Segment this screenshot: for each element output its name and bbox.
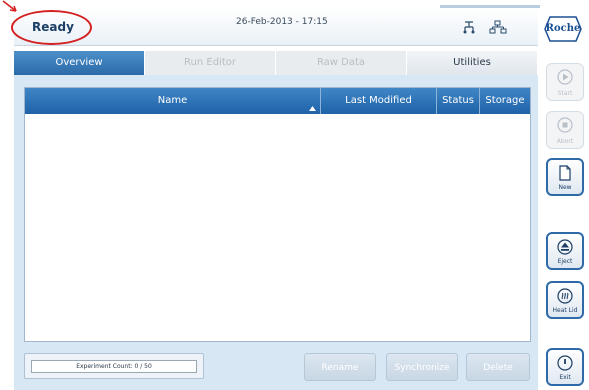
instrument-status: Ready [32, 20, 74, 34]
abort-button[interactable]: Abort [546, 111, 584, 149]
column-header-name[interactable]: Name [25, 88, 321, 114]
status-bar: Ready 26-Feb-2013 - 17:15 [2, 0, 540, 46]
tab-overview[interactable]: Overview [14, 51, 145, 75]
column-header-last-modified[interactable]: Last Modified [321, 88, 437, 114]
tab-utilities[interactable]: Utilities [407, 51, 538, 75]
start-button[interactable]: Start [546, 63, 584, 101]
experiment-count: Experiment Count: 0 / 50 [31, 360, 197, 373]
abort-label: Abort [556, 138, 574, 145]
heat-icon [557, 288, 573, 304]
experiment-count-box: Experiment Count: 0 / 50 [24, 353, 204, 379]
play-icon [557, 69, 573, 85]
date-time: 26-Feb-2013 - 17:15 [236, 17, 328, 27]
start-label: Start [557, 90, 573, 97]
new-label: New [558, 184, 572, 191]
exit-button[interactable]: Exit [546, 348, 584, 386]
tab-run-editor[interactable]: Run Editor [145, 51, 276, 75]
status-bar-accent [440, 5, 540, 8]
tab-raw-data[interactable]: Raw Data [276, 51, 407, 75]
column-header-storage[interactable]: Storage [480, 88, 530, 114]
eject-button[interactable]: Eject [546, 232, 584, 270]
experiment-table[interactable]: Name Last Modified Status Storage [24, 87, 531, 342]
table-header: Name Last Modified Status Storage [25, 88, 530, 114]
stop-icon [557, 117, 573, 133]
heat-lid-button[interactable]: Heat Lid [546, 281, 584, 319]
network-icon [463, 21, 475, 34]
eject-icon [557, 239, 573, 255]
exit-label: Exit [559, 374, 571, 381]
connection-icon [489, 20, 507, 34]
app-window: Ready 26-Feb-2013 - 17:15 Roche Overview… [0, 0, 589, 390]
annotation-arrow-icon [2, 0, 17, 12]
delete-button[interactable]: Delete [466, 353, 530, 381]
new-button[interactable]: New [546, 158, 584, 196]
column-header-name-label: Name [157, 95, 188, 106]
power-icon [557, 355, 573, 371]
brand-logo: Roche [544, 16, 582, 42]
logo-text: Roche [545, 23, 581, 34]
heat-lid-label: Heat Lid [552, 307, 578, 314]
eject-label: Eject [557, 258, 573, 265]
rename-button[interactable]: Rename [304, 353, 376, 381]
synchronize-button[interactable]: Synchronize [386, 353, 458, 381]
sort-ascending-icon [309, 106, 316, 111]
overview-panel: Name Last Modified Status Storage Experi… [14, 75, 538, 390]
column-header-status[interactable]: Status [437, 88, 480, 114]
document-icon [559, 165, 571, 181]
tab-bar: Overview Run Editor Raw Data Utilities [14, 51, 538, 75]
